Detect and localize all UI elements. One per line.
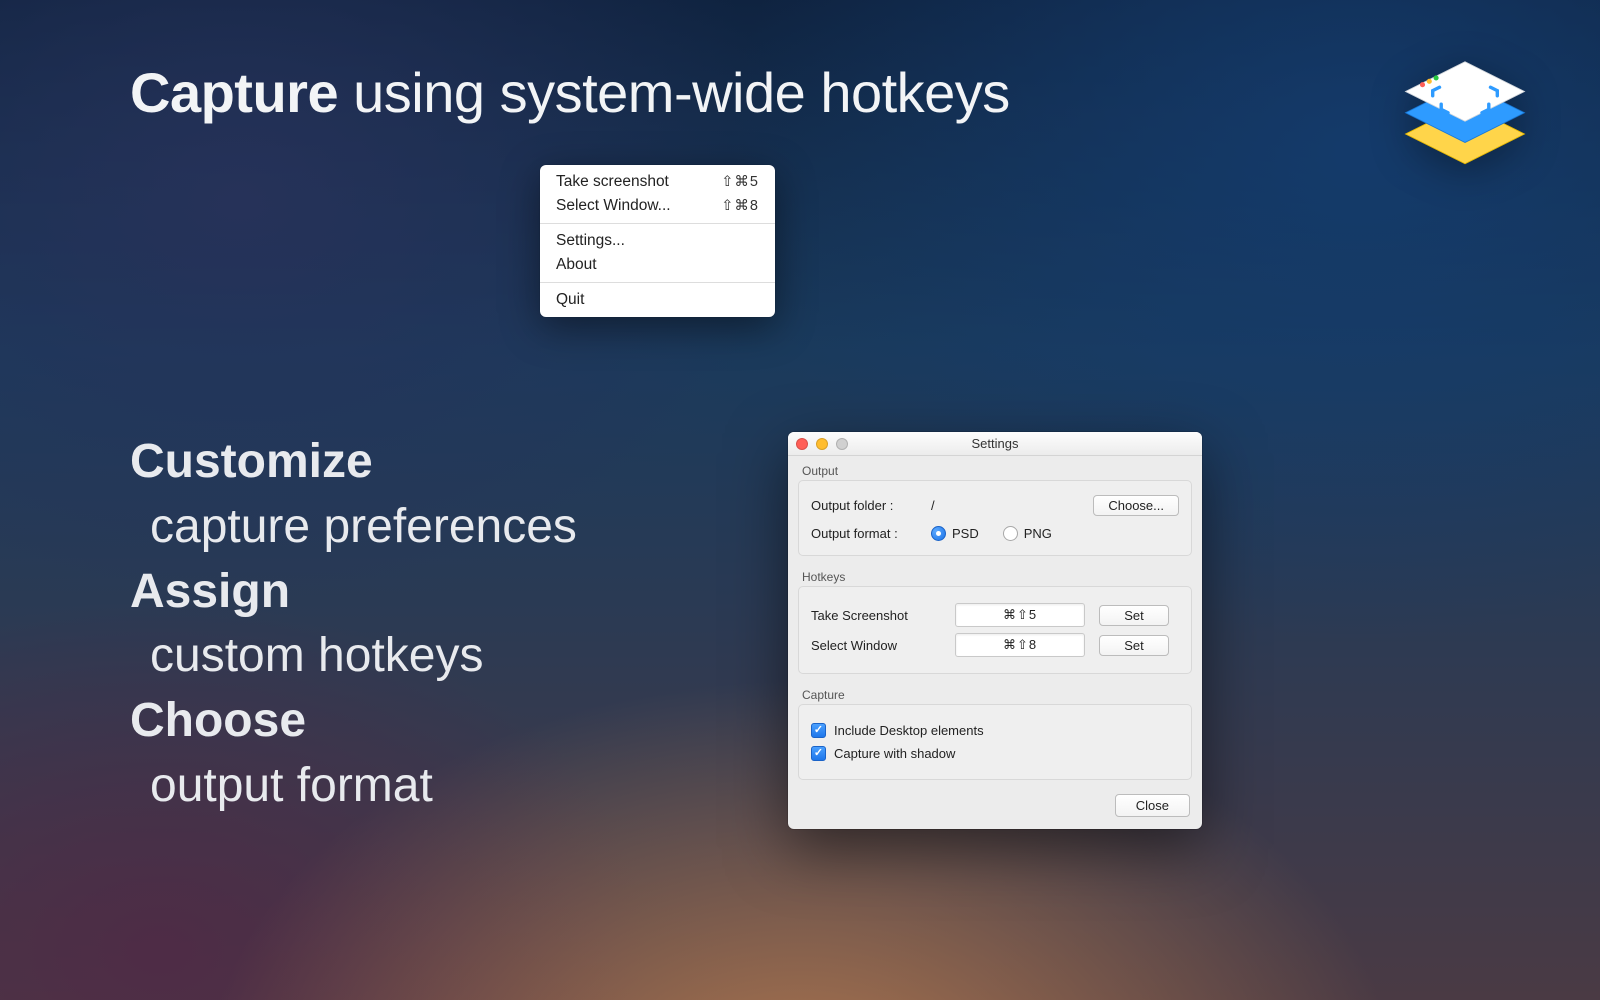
menu-item-label: About (556, 256, 597, 274)
capture-group: Include Desktop elements Capture with sh… (798, 704, 1192, 780)
hotkey-take-screenshot-field[interactable]: ⌘⇧5 (955, 603, 1085, 627)
feature-2-strong: Assign (130, 560, 577, 625)
hotkey-select-window-label: Select Window (811, 638, 941, 653)
close-button[interactable]: Close (1115, 794, 1190, 817)
titlebar[interactable]: Settings (788, 432, 1202, 456)
menu-item-take-screenshot[interactable]: Take screenshot ⇧⌘5 (540, 170, 775, 194)
menu-item-shortcut: ⇧⌘8 (721, 198, 759, 214)
feature-2-sub: custom hotkeys (130, 624, 577, 689)
hotkey-take-screenshot-label: Take Screenshot (811, 608, 941, 623)
section-label-hotkeys: Hotkeys (788, 562, 1202, 586)
hotkey-take-screenshot-set-button[interactable]: Set (1099, 605, 1169, 626)
menu-item-label: Quit (556, 291, 584, 309)
status-menu: Take screenshot ⇧⌘5 Select Window... ⇧⌘8… (540, 165, 775, 317)
menu-item-shortcut: ⇧⌘5 (721, 174, 759, 190)
hotkey-select-window-field[interactable]: ⌘⇧8 (955, 633, 1085, 657)
checkbox-capture-shadow[interactable]: Capture with shadow (811, 746, 1179, 761)
output-folder-label: Output folder : (811, 498, 921, 513)
output-format-label: Output format : (811, 526, 921, 541)
feature-1-strong: Customize (130, 430, 577, 495)
menu-item-label: Select Window... (556, 197, 671, 215)
choose-folder-button[interactable]: Choose... (1093, 495, 1179, 516)
checkbox-include-desktop[interactable]: Include Desktop elements (811, 723, 1179, 738)
radio-icon (1003, 526, 1018, 541)
radio-icon (931, 526, 946, 541)
output-folder-value: / (931, 498, 935, 513)
feature-list: Customize capture preferences Assign cus… (130, 430, 577, 819)
checkbox-icon (811, 723, 826, 738)
section-label-output: Output (788, 456, 1202, 480)
checkbox-include-desktop-label: Include Desktop elements (834, 723, 984, 738)
radio-psd[interactable]: PSD (931, 526, 979, 541)
menu-separator (540, 223, 775, 224)
headline: Capture using system-wide hotkeys (130, 60, 1010, 125)
settings-window: Settings Output Output folder : / Choose… (788, 432, 1202, 829)
app-icon (1380, 32, 1550, 202)
window-title: Settings (788, 436, 1202, 451)
menu-item-settings[interactable]: Settings... (540, 229, 775, 253)
feature-3-sub: output format (130, 754, 577, 819)
hotkeys-group: Take Screenshot ⌘⇧5 Set Select Window ⌘⇧… (798, 586, 1192, 674)
menu-item-label: Take screenshot (556, 173, 669, 191)
section-label-capture: Capture (788, 680, 1202, 704)
radio-png[interactable]: PNG (1003, 526, 1052, 541)
checkbox-capture-shadow-label: Capture with shadow (834, 746, 955, 761)
feature-1-sub: capture preferences (130, 495, 577, 560)
radio-png-label: PNG (1024, 526, 1052, 541)
hotkey-select-window-set-button[interactable]: Set (1099, 635, 1169, 656)
checkbox-icon (811, 746, 826, 761)
headline-strong: Capture (130, 61, 338, 124)
feature-3-strong: Choose (130, 689, 577, 754)
menu-separator (540, 282, 775, 283)
output-group: Output folder : / Choose... Output forma… (798, 480, 1192, 556)
menu-item-label: Settings... (556, 232, 625, 250)
headline-rest: using system-wide hotkeys (338, 61, 1010, 124)
radio-psd-label: PSD (952, 526, 979, 541)
menu-item-about[interactable]: About (540, 253, 775, 277)
menu-item-select-window[interactable]: Select Window... ⇧⌘8 (540, 194, 775, 218)
menu-item-quit[interactable]: Quit (540, 288, 775, 312)
